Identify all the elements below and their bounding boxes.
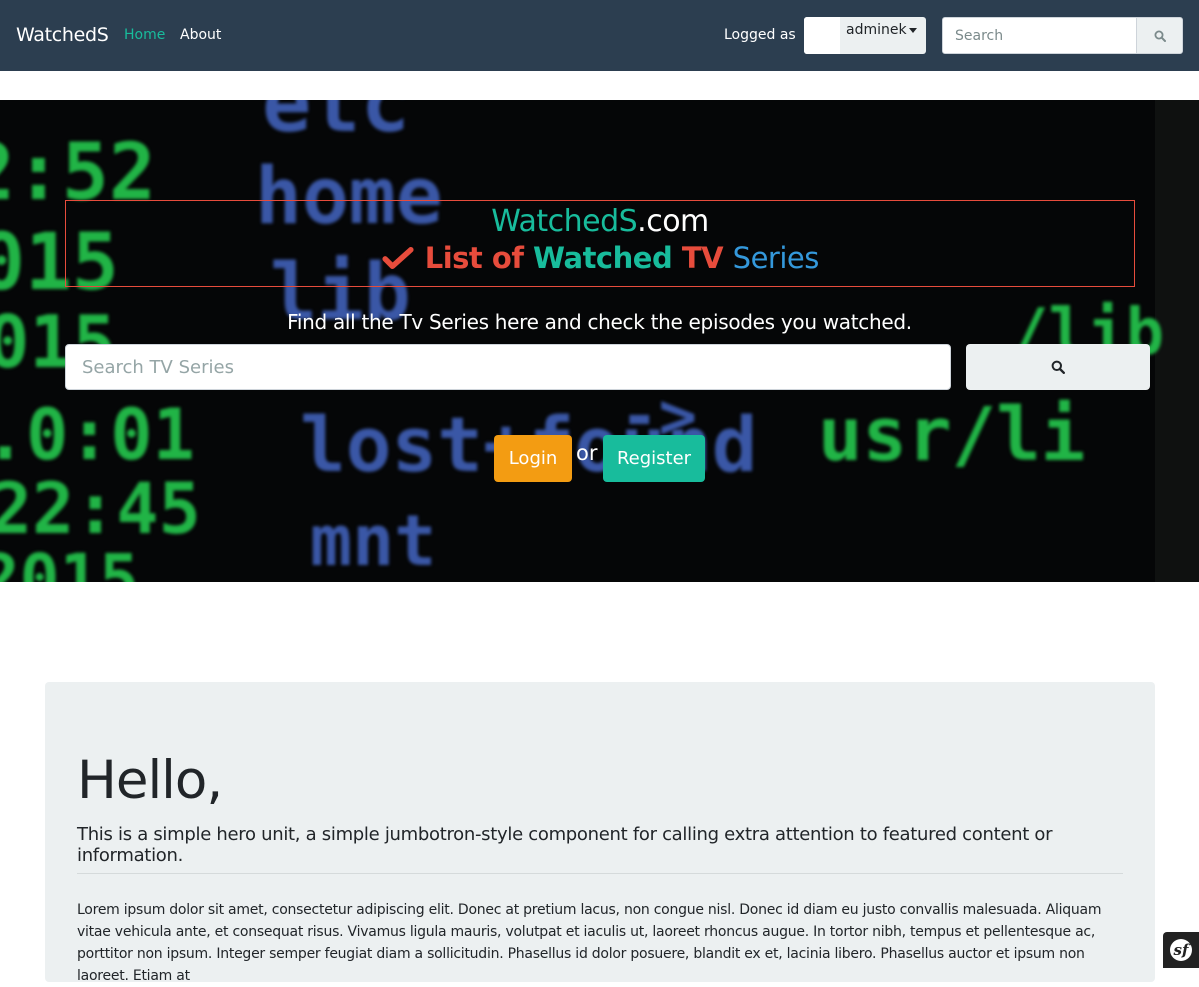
- bg-word: 2015: [0, 540, 139, 582]
- site-tagline: List of Watched TV Series: [66, 241, 1134, 275]
- bg-word: etc: [262, 100, 411, 151]
- site-title-box: WatchedS.com List of Watched TV Series: [65, 200, 1135, 287]
- site-name-part2: .com: [637, 204, 709, 239]
- logged-as-label: Logged as: [724, 27, 796, 43]
- user-avatar: [804, 17, 840, 54]
- tagline-part4: Series: [732, 241, 820, 275]
- caret-down-icon: [909, 28, 917, 33]
- nav-link-about[interactable]: About: [180, 27, 221, 43]
- check-icon: [382, 247, 414, 269]
- navbar-search-input[interactable]: [942, 17, 1137, 54]
- series-search-button[interactable]: [966, 344, 1150, 390]
- hero-banner: etc 2:52 home 015 lib 015 /lib .0:01 -> …: [0, 100, 1199, 582]
- jumbotron-heading: Hello,: [77, 750, 223, 811]
- bg-word: 22:45: [0, 468, 201, 550]
- register-button[interactable]: Register: [603, 435, 705, 482]
- site-name: WatchedS.com: [66, 204, 1134, 239]
- series-search-input[interactable]: [65, 344, 951, 390]
- or-text: or: [576, 441, 598, 465]
- user-name: adminek: [846, 22, 907, 38]
- bg-word: mnt: [310, 500, 437, 582]
- navbar-brand[interactable]: WatchedS: [16, 24, 109, 46]
- nav-link-home[interactable]: Home: [124, 27, 165, 43]
- site-name-part1: WatchedS: [491, 204, 638, 239]
- navbar-search-button[interactable]: [1136, 17, 1183, 54]
- search-icon: [1051, 360, 1065, 374]
- search-icon: [1154, 30, 1166, 42]
- jumbotron-lead: This is a simple hero unit, a simple jum…: [77, 824, 1053, 866]
- symfony-icon: sf: [1170, 939, 1192, 961]
- tagline-part1: List of: [424, 241, 524, 275]
- login-button[interactable]: Login: [494, 435, 572, 482]
- debug-toolbar-toggle[interactable]: sf: [1163, 932, 1199, 968]
- tagline-part2: Watched: [533, 241, 673, 275]
- divider: [77, 873, 1123, 874]
- user-dropdown[interactable]: adminek: [804, 17, 926, 54]
- jumbotron-body: Lorem ipsum dolor sit amet, consectetur …: [77, 902, 1102, 984]
- jumbotron: Hello, This is a simple hero unit, a sim…: [45, 682, 1155, 984]
- bg-word: .0:01: [0, 394, 195, 476]
- tagline-part3: TV: [681, 241, 724, 275]
- top-navbar: WatchedS Home About Logged as adminek: [0, 0, 1199, 71]
- hero-lead-text: Find all the Tv Series here and check th…: [287, 310, 912, 334]
- bg-word: usr/li: [818, 392, 1086, 478]
